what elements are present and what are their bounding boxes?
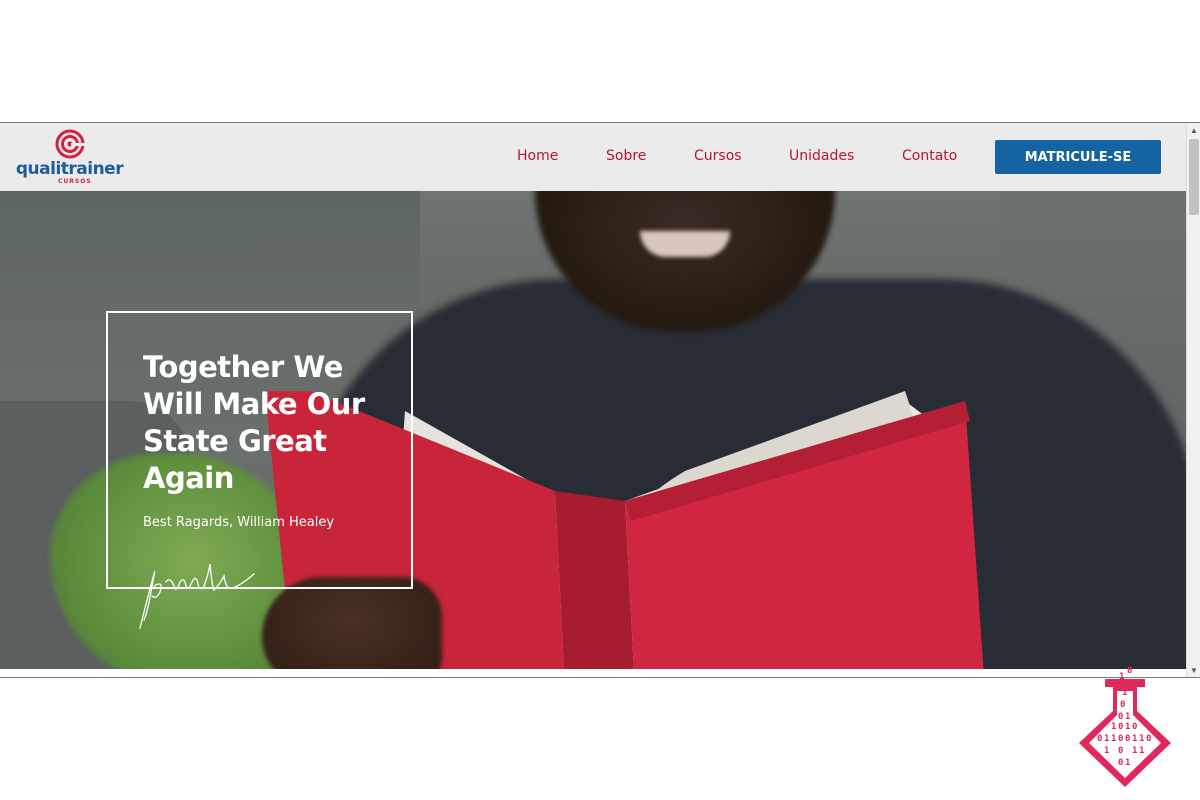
binary-digit: 1 <box>1111 722 1116 732</box>
flask-binary-badge-icon: 0 1 1 0 0 1 1 0 1 0 0 1 1 0 0 1 1 0 1 0 … <box>1079 666 1171 787</box>
binary-digit: 0 <box>1118 746 1123 756</box>
nav-cursos[interactable]: Cursos <box>694 148 742 164</box>
scroll-up-arrow-icon[interactable]: ▲ <box>1189 125 1199 137</box>
binary-digit: 1 <box>1132 746 1137 756</box>
nav-contato[interactable]: Contato <box>902 148 957 164</box>
binary-digit: 0 <box>1125 734 1130 744</box>
binary-digit: 0 <box>1146 734 1151 744</box>
binary-digit: 1 <box>1104 734 1109 744</box>
binary-digit: 0 <box>1118 758 1123 768</box>
person-smile-image <box>640 231 730 257</box>
matricule-button[interactable]: MATRICULE-SE <box>995 140 1161 174</box>
binary-digit: 0 <box>1118 712 1123 722</box>
binary-digit: 0 <box>1127 666 1132 676</box>
signature-image <box>139 563 255 629</box>
binary-digit: 1 <box>1125 722 1130 732</box>
nav-sobre[interactable]: Sobre <box>606 148 646 164</box>
binary-digit: 0 <box>1118 734 1123 744</box>
binary-digit: 1 <box>1125 758 1130 768</box>
person-hand-image <box>262 577 442 669</box>
binary-digit: 0 <box>1097 734 1102 744</box>
nav-home[interactable]: Home <box>517 148 558 164</box>
binary-digit: 1 <box>1139 734 1144 744</box>
binary-digit: 1 <box>1125 712 1130 722</box>
logo-spiral-icon <box>55 129 85 159</box>
logo-wordmark: qualitrainer <box>15 159 124 179</box>
nav-unidades[interactable]: Unidades <box>789 148 854 164</box>
scrollbar[interactable]: ▲ ▼ <box>1186 123 1200 677</box>
binary-digit: 1 <box>1122 688 1127 698</box>
logo[interactable]: qualitrainer CURSOS <box>12 129 127 185</box>
logo-subtext: CURSOS <box>58 178 92 185</box>
binary-digit: 1 <box>1111 734 1116 744</box>
binary-digit: 1 <box>1119 672 1124 682</box>
hero-title: Together We Will Make Our State Great Ag… <box>143 350 365 495</box>
binary-digit: 1 <box>1104 746 1109 756</box>
binary-digit: 0 <box>1118 722 1123 732</box>
browser-viewport: qualitrainer CURSOS Home Sobre Cursos Un… <box>0 122 1200 678</box>
hero-banner: Together We Will Make Our State Great Ag… <box>0 191 1186 669</box>
binary-digit: 0 <box>1132 722 1137 732</box>
hero-subtitle: Best Ragards, William Healey <box>143 515 335 530</box>
scroll-thumb[interactable] <box>1189 139 1199 215</box>
scroll-down-arrow-icon[interactable]: ▼ <box>1189 665 1199 677</box>
binary-digit: 1 <box>1132 734 1137 744</box>
binary-digit: 1 <box>1139 746 1144 756</box>
binary-digit: 0 <box>1120 700 1125 710</box>
site-header: qualitrainer CURSOS Home Sobre Cursos Un… <box>0 123 1186 191</box>
